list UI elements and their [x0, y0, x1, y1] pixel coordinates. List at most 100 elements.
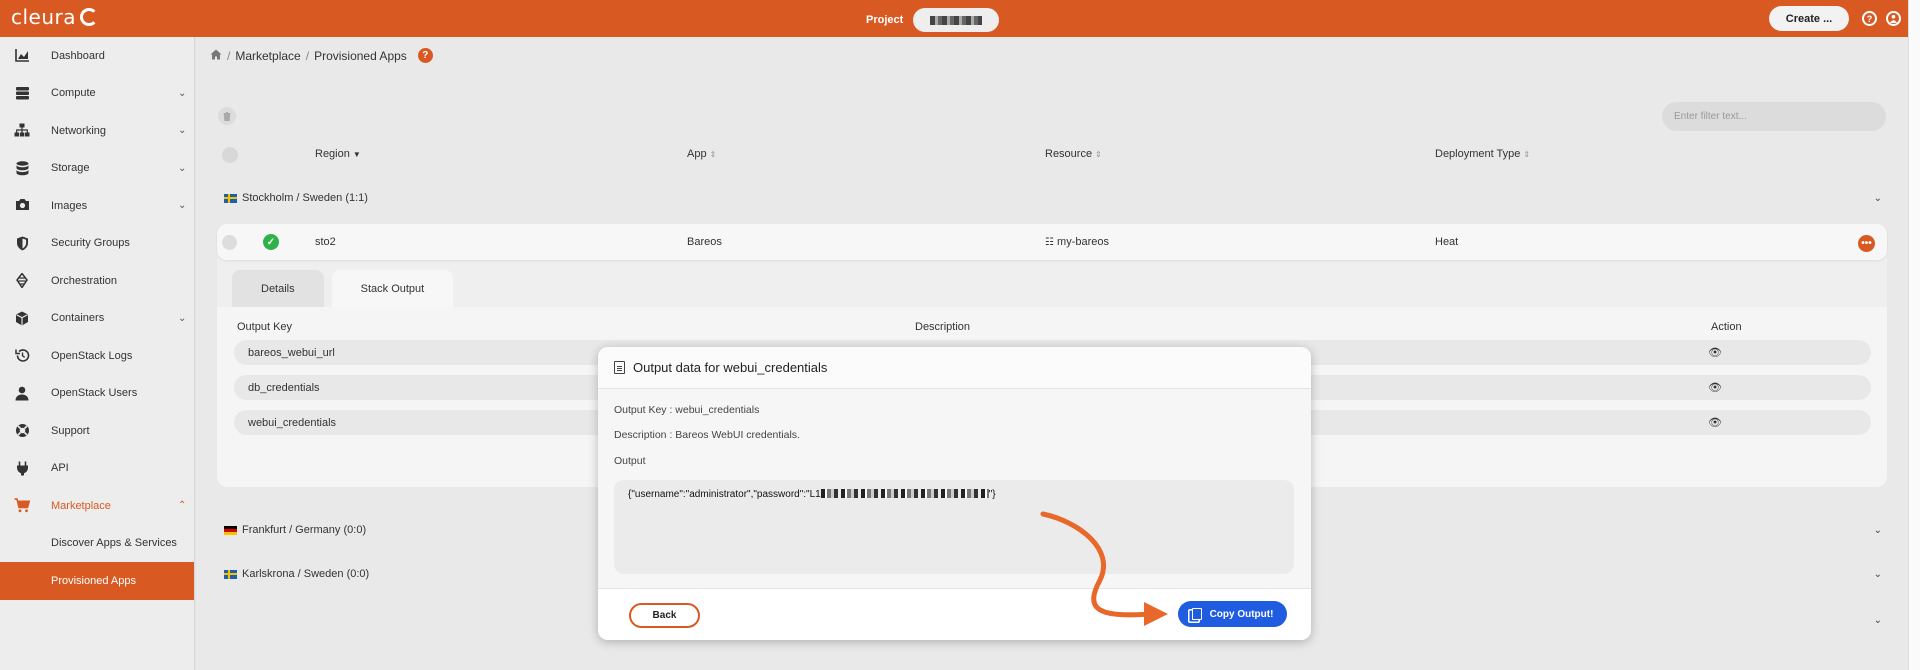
cleura-logo[interactable]: cleura [11, 5, 99, 29]
group-label: Karlskrona / Sweden [242, 568, 344, 580]
sidebar-item-security-groups[interactable]: Security Groups [0, 225, 194, 263]
project-label: Project [866, 14, 904, 26]
sidebar-item-discover-apps[interactable]: Discover Apps & Services [0, 525, 194, 563]
sidebar-item-support[interactable]: Support [0, 412, 194, 450]
eye-icon[interactable]: 👁 [1708, 346, 1722, 359]
project-dropdown[interactable] [913, 8, 1000, 32]
redacted-password [820, 489, 989, 498]
sidebar-item-provisioned-apps[interactable]: Provisioned Apps [0, 562, 194, 600]
chevron-down-icon[interactable]: ⌄ [1874, 193, 1882, 204]
status-ok-icon: ✓ [263, 234, 279, 250]
chevron-down-icon: ⌄ [178, 125, 187, 136]
sidebar-item-marketplace[interactable]: Marketplace ⌃ [0, 487, 194, 525]
action-header: Action [1711, 321, 1742, 333]
cell-resource[interactable]: ☷ my-bareos [1045, 236, 1109, 248]
output-value-prefix: {"username":"administrator","password":"… [628, 489, 821, 500]
sidebar-item-label: Containers [51, 312, 105, 325]
modal-footer: Back Copy Output! [598, 588, 1311, 640]
chevron-down-icon: ⌄ [178, 200, 187, 211]
create-button[interactable]: Create ... [1769, 6, 1849, 31]
germany-flag-icon [224, 525, 237, 535]
sidebar-item-label: OpenStack Users [51, 387, 138, 400]
resource-link: my-bareos [1057, 236, 1109, 248]
camera-icon [14, 198, 30, 214]
help-icon[interactable]: ? [417, 48, 433, 63]
modal-title: Output data for webui_credentials [633, 360, 828, 375]
sidebar-item-api[interactable]: API [0, 450, 194, 488]
sort-desc-icon: ▼ [352, 150, 361, 159]
chart-icon [14, 48, 30, 64]
sort-icon: ⇕ [1095, 150, 1102, 159]
group-row-stockholm[interactable]: Stockholm / Sweden (1:1) ⌄ [224, 188, 1884, 208]
sidebar-item-openstack-logs[interactable]: OpenStack Logs [0, 337, 194, 375]
project-selector: Project [866, 8, 1000, 32]
redacted-project-name [930, 15, 983, 25]
column-header-region[interactable]: Region ▼ [315, 148, 361, 160]
output-key-value: bareos_webui_url [248, 347, 335, 359]
tab-details[interactable]: Details [232, 270, 324, 307]
output-key-line: Output Key : webui_credentials [614, 404, 760, 416]
sidebar-item-label: Dashboard [51, 49, 105, 62]
cube-icon [14, 311, 30, 327]
select-all-checkbox[interactable] [222, 147, 238, 163]
output-value-suffix: "} [988, 489, 996, 500]
sidebar-item-compute[interactable]: Compute ⌄ [0, 75, 194, 113]
chevron-down-icon[interactable]: ⌄ [1874, 569, 1882, 580]
sort-icon: ⇕ [709, 150, 717, 159]
chevron-down-icon[interactable]: ⌄ [1874, 525, 1882, 536]
output-key-header: Output Key [237, 321, 293, 333]
more-options-icon[interactable]: ••• [1858, 235, 1875, 252]
sweden-flag-icon [224, 569, 237, 579]
output-value: {"username":"administrator","password":"… [628, 489, 996, 500]
row-checkbox[interactable] [222, 235, 237, 250]
sidebar-item-containers[interactable]: Containers ⌄ [0, 300, 194, 338]
orchestration-icon [14, 272, 30, 289]
shield-icon [14, 236, 30, 252]
copy-icon [1191, 608, 1202, 620]
sidebar-item-storage[interactable]: Storage ⌄ [0, 150, 194, 188]
column-header-resource[interactable]: Resource ⇕ [1045, 148, 1102, 160]
breadcrumb-marketplace[interactable]: Marketplace [235, 49, 300, 63]
sweden-flag-icon [224, 193, 237, 203]
eye-icon[interactable]: 👁 [1708, 416, 1722, 429]
sidebar-item-label: Compute [51, 87, 96, 100]
copy-output-button[interactable]: Copy Output! [1178, 601, 1287, 627]
logo-text: cleura [11, 5, 77, 29]
detail-tabs: Details Stack Output [232, 270, 454, 307]
group-count: (1:1) [345, 192, 368, 204]
document-icon [614, 361, 625, 374]
breadcrumb: / Marketplace / Provisioned Apps ? [210, 48, 433, 63]
sidebar-item-networking[interactable]: Networking ⌄ [0, 112, 194, 150]
group-count: (0:0) [343, 524, 367, 536]
column-header-app[interactable]: App ⇕ [687, 148, 716, 160]
sidebar-item-dashboard[interactable]: Dashboard [0, 37, 194, 75]
sidebar: Dashboard Compute ⌄ Networking ⌄ Storage… [0, 37, 195, 670]
chevron-down-icon: ⌄ [178, 162, 187, 174]
chevron-down-icon[interactable]: ⌄ [1874, 615, 1882, 626]
output-key-value: db_credentials [248, 382, 320, 394]
sidebar-item-openstack-users[interactable]: OpenStack Users [0, 375, 194, 413]
eye-icon[interactable]: 👁 [1708, 381, 1722, 394]
tab-stack-output[interactable]: Stack Output [331, 270, 454, 307]
group-count: (0:0) [346, 568, 370, 580]
column-header-label: Deployment Type [1435, 148, 1521, 160]
chevron-down-icon: ⌄ [178, 312, 187, 324]
user-icon[interactable] [1886, 11, 1901, 26]
output-textarea[interactable]: {"username":"administrator","password":"… [614, 480, 1294, 574]
help-icon[interactable]: ? [1862, 11, 1877, 26]
cell-app: Bareos [687, 236, 722, 248]
back-button[interactable]: Back [629, 603, 700, 628]
table-row[interactable]: ✓ sto2 Bareos ☷ my-bareos Heat ••• [217, 224, 1887, 260]
column-header-deployment-type[interactable]: Deployment Type ⇕ [1435, 148, 1530, 160]
column-header-label: Resource [1045, 148, 1093, 160]
sidebar-item-label: Orchestration [51, 274, 118, 287]
table-header: Region ▼ App ⇕ Resource ⇕ Deployment Type ⇕ [196, 145, 1908, 165]
page-scrollbar[interactable] [1908, 0, 1920, 670]
sidebar-item-images[interactable]: Images ⌄ [0, 187, 194, 225]
sidebar-item-orchestration[interactable]: Orchestration [0, 262, 194, 300]
trash-icon[interactable] [218, 107, 236, 125]
home-icon[interactable] [210, 49, 222, 63]
filter-input[interactable] [1662, 102, 1886, 131]
output-key-value: webui_credentials [248, 417, 337, 429]
top-bar: cleura Project Create ... ? [0, 0, 1908, 37]
